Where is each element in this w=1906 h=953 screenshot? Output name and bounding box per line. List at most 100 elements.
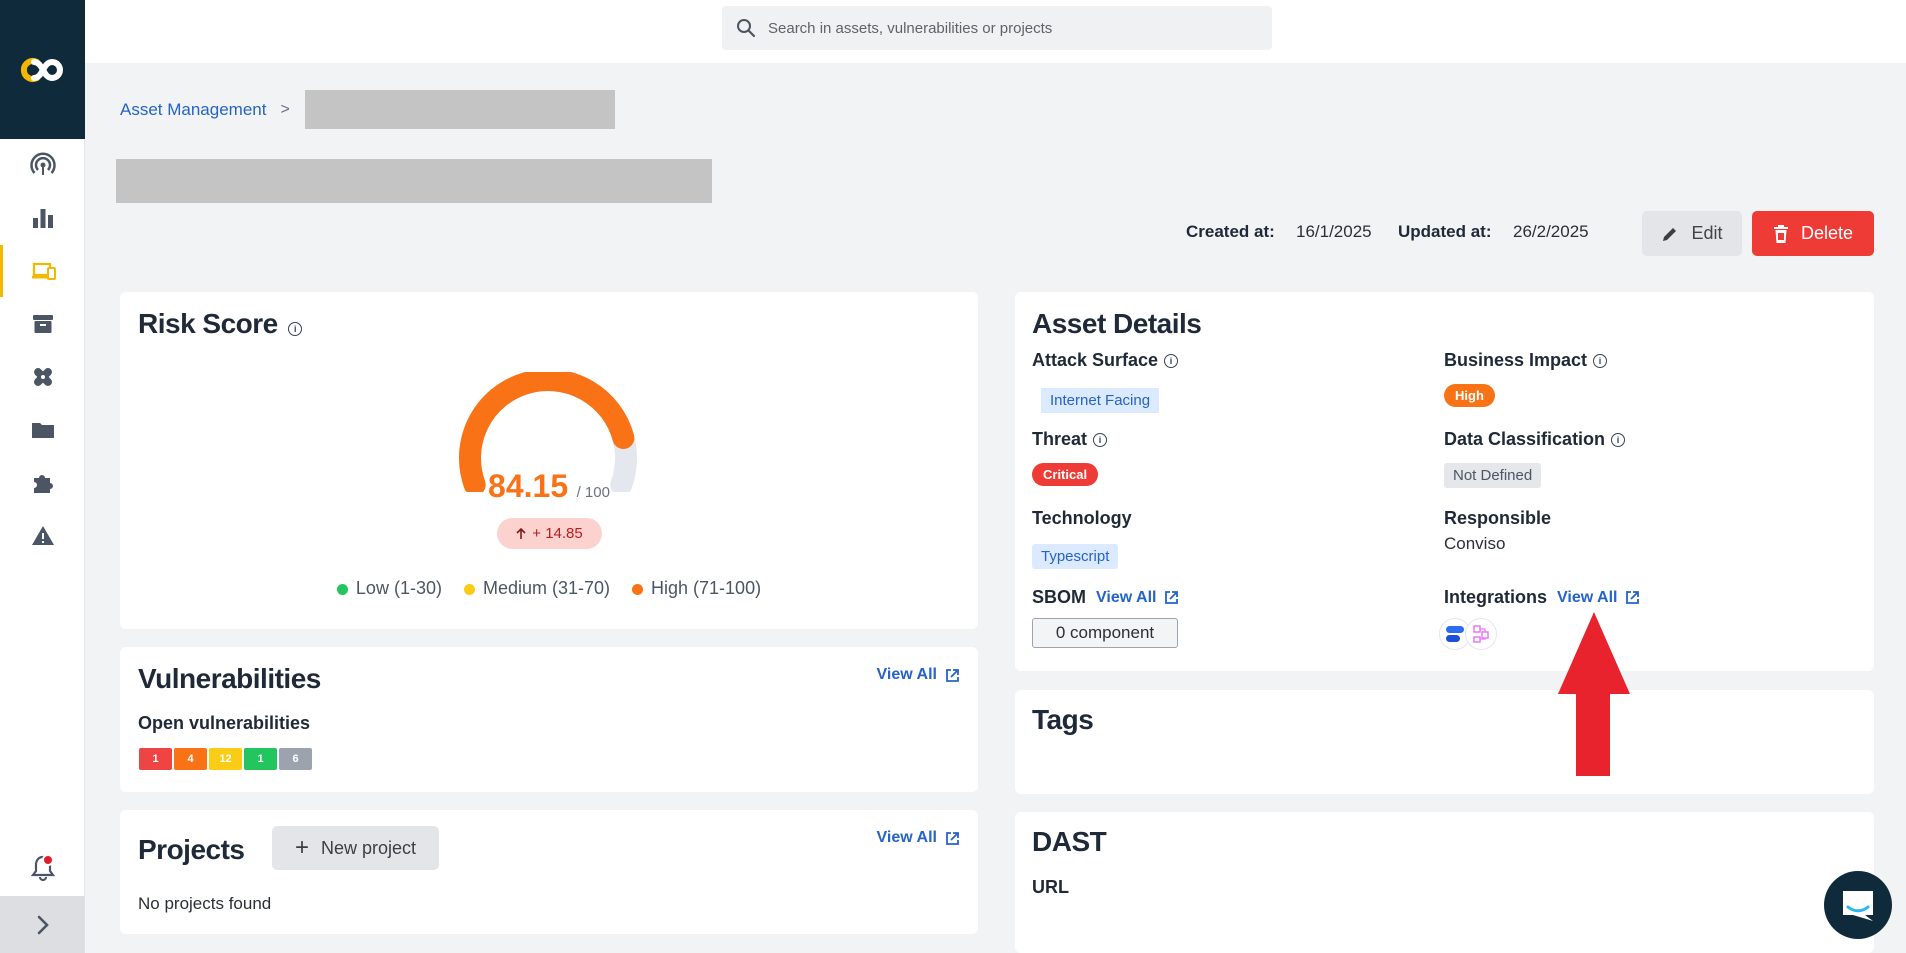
sidebar-item-dashboard[interactable]: [0, 192, 85, 244]
sidebar-item-assets[interactable]: [0, 245, 85, 297]
puzzle-piece-icon: [33, 475, 53, 493]
updated-at-label: Updated at:: [1398, 222, 1492, 241]
info-icon[interactable]: i: [1093, 433, 1108, 448]
severity-info-count[interactable]: 6: [279, 748, 312, 770]
tags-card: Tags: [1015, 690, 1874, 794]
updated-at-value: 26/2/2025: [1513, 222, 1589, 241]
sidebar-item-patches[interactable]: [0, 351, 85, 403]
edit-button-label: Edit: [1691, 223, 1723, 243]
dast-url-label: URL: [1032, 877, 1069, 897]
legend-low: Low (1-30): [336, 578, 442, 599]
notification-badge: [42, 854, 54, 866]
edit-button[interactable]: Edit: [1642, 211, 1742, 256]
sidebar-item-archive[interactable]: [0, 298, 85, 350]
bar-chart-icon: [32, 209, 53, 228]
folder-icon: [31, 423, 54, 438]
dast-title: DAST: [1032, 826, 1107, 857]
vulnerabilities-card: Vulnerabilities View All Open vulnerabil…: [120, 647, 978, 792]
info-icon[interactable]: i: [1611, 433, 1626, 448]
integrations-label: Integrations: [1444, 587, 1548, 607]
external-link-icon: [1626, 591, 1640, 604]
info-icon[interactable]: i: [1593, 354, 1608, 369]
attack-surface-chip: Internet Facing: [1032, 384, 1168, 417]
integrations-view-all-link[interactable]: View All: [1557, 589, 1640, 607]
risk-score-card: Risk Score i 84.15 / 100 + 14.85 Low (1-…: [120, 292, 978, 629]
data-classification-chip: Not Defined: [1444, 463, 1542, 488]
breadcrumb: Asset Management >: [120, 100, 290, 120]
sidebar: [0, 0, 85, 953]
bandage-icon: [33, 368, 52, 386]
external-link-icon: [946, 831, 959, 845]
risk-score-max: / 100: [576, 484, 610, 501]
sidebar-item-alerts[interactable]: [0, 510, 85, 562]
red-arrow-annotation: [1558, 612, 1630, 776]
business-impact-pill: High: [1444, 384, 1495, 407]
conviso-logo[interactable]: [0, 0, 85, 139]
projects-card: Projects + New project View All No proje…: [120, 810, 978, 934]
integration-workflow-icon[interactable]: [1465, 618, 1497, 650]
warning-triangle-icon: [31, 526, 54, 545]
technology-label: Technology: [1032, 508, 1132, 528]
threat-pill: Critical: [1032, 463, 1099, 486]
delete-button-label: Delete: [1800, 223, 1854, 243]
redacted-page-title: [116, 159, 712, 203]
created-at-value: 16/1/2025: [1296, 222, 1372, 241]
new-project-label: New project: [320, 837, 417, 858]
top-bar: [85, 0, 1906, 63]
info-icon[interactable]: i: [1164, 354, 1179, 369]
risk-score-title: Risk Score: [138, 308, 278, 339]
legend-medium: Medium (31-70): [463, 578, 610, 599]
responsible-label: Responsible: [1444, 508, 1552, 528]
plus-icon: +: [294, 834, 309, 861]
risk-delta-badge: + 14.85: [497, 518, 602, 549]
search-input[interactable]: [768, 19, 1248, 37]
chat-button[interactable]: [1824, 871, 1892, 939]
vulnerabilities-view-all-link[interactable]: View All: [877, 666, 960, 684]
tags-title: Tags: [1032, 704, 1094, 735]
projects-empty-text: No projects found: [138, 894, 272, 913]
severity-critical-count[interactable]: 1: [139, 748, 172, 770]
created-at-label: Created at:: [1186, 222, 1275, 241]
expand-sidebar-button[interactable]: [0, 896, 85, 953]
data-classification-label: Data Classification i: [1444, 429, 1626, 450]
new-project-button[interactable]: + New project: [272, 826, 439, 870]
technology-chip: Typescript: [1032, 544, 1119, 569]
projects-view-all-link[interactable]: View All: [877, 829, 960, 847]
integrations-row: Integrations View All: [1444, 587, 1640, 608]
sbom-components-badge[interactable]: 0 component: [1032, 618, 1178, 648]
broadcast-icon: [29, 152, 56, 175]
chevron-right-icon: [37, 915, 49, 934]
pencil-icon: [1663, 227, 1677, 241]
responsible-value: Conviso: [1444, 534, 1506, 553]
breadcrumb-asset-management[interactable]: Asset Management: [120, 100, 266, 120]
threat-label: Threat i: [1032, 429, 1108, 450]
projects-title: Projects: [138, 834, 245, 865]
vulnerabilities-title: Vulnerabilities: [138, 663, 321, 694]
severity-low-count[interactable]: 1: [244, 748, 277, 770]
notifications-bell[interactable]: [0, 842, 85, 894]
arrow-up-icon: [516, 527, 526, 539]
sbom-label: SBOM: [1032, 587, 1086, 607]
infinity-logo-icon: [20, 57, 63, 82]
delete-button[interactable]: Delete: [1752, 211, 1874, 256]
asset-details-card: Asset Details Attack Surface i Internet F…: [1015, 292, 1874, 671]
sidebar-item-integrations[interactable]: [0, 457, 85, 509]
dast-card: DAST URL: [1015, 812, 1874, 953]
global-search[interactable]: [722, 6, 1272, 50]
severity-high-count[interactable]: 4: [174, 748, 207, 770]
open-vulnerabilities-label: Open vulnerabilities: [138, 713, 311, 733]
redacted-breadcrumb-asset: [305, 90, 615, 129]
sidebar-item-projects[interactable]: [0, 404, 85, 456]
breadcrumb-separator: >: [280, 101, 290, 118]
sbom-view-all-link[interactable]: View All: [1096, 589, 1179, 607]
sidebar-item-monitoring[interactable]: [0, 139, 85, 191]
asset-details-title: Asset Details: [1032, 308, 1202, 339]
info-icon[interactable]: i: [288, 321, 303, 336]
devices-icon: [32, 262, 56, 280]
attack-surface-label: Attack Surface i: [1032, 350, 1179, 371]
severity-counts: 1 4 12 1 6: [139, 748, 314, 770]
integration-icons: [1439, 618, 1497, 650]
sbom-row: SBOM View All: [1032, 587, 1179, 608]
risk-delta-value: + 14.85: [532, 525, 583, 542]
severity-medium-count[interactable]: 12: [209, 748, 242, 770]
